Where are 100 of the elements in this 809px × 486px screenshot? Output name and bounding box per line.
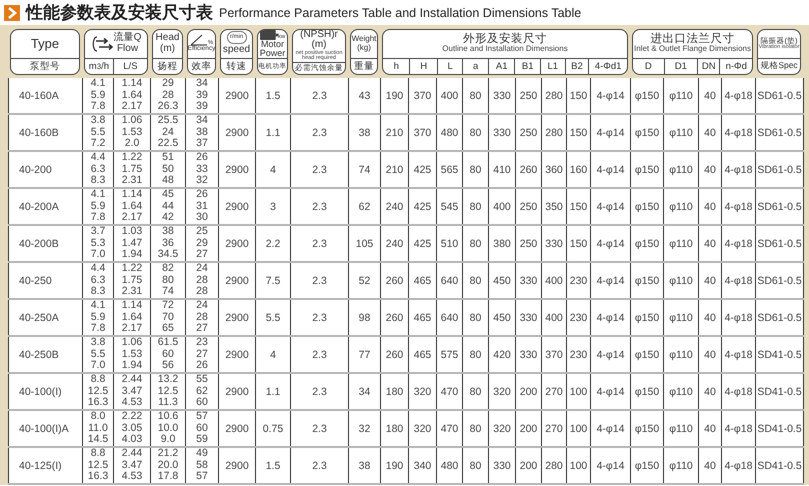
table-cell: 470 [436,410,462,447]
table-cell: 24 28 28 [186,262,218,299]
model-cell: 40-160B [8,114,82,151]
table-cell: 260 [380,262,408,299]
table-cell: 38 [348,114,380,151]
table-cell: φ110 [664,78,698,114]
column-header: B2 [564,58,588,74]
table-cell: 200 [516,410,542,447]
table-cell: 13.2 12.5 11.3 [150,373,186,410]
table-cell: 80 [462,151,488,188]
table-cell: 4-φ14 [590,225,630,262]
table-cell: 80 [462,114,488,151]
table-cell: 43 [348,78,380,114]
table-cell: 425 [408,225,436,262]
table-cell: 380 [488,225,516,262]
table-cell: 1.06 1.53 2.0 [114,114,150,151]
table-cell: 230 [566,299,590,336]
column-header: DN [697,58,720,74]
table-cell: 2.3 [290,410,348,447]
table-cell: 410 [488,151,516,188]
table-cell: φ110 [664,262,698,299]
table-cell: SD41-0.5 [756,447,804,484]
table-cell: 240 [380,225,408,262]
table-cell: 4-φ18 [722,114,756,151]
table-cell: 330 [542,225,566,262]
table-cell: 4.4 6.3 8.3 [82,262,114,299]
header-note: Inlet & Outlet Flange Dimensions [634,45,751,54]
table-cell: 4-φ14 [590,78,630,114]
table-cell: 23 27 26 [186,336,218,373]
table-cell: 150 [566,188,590,225]
table-cell: 4 [256,336,290,373]
column-header: L/S [112,58,147,74]
table-cell: 640 [436,299,462,336]
model-cell: 40-100(I) [8,373,82,410]
table-cell: 40 [698,373,722,410]
table-cell: 270 [542,373,566,410]
table-cell: 465 [408,299,436,336]
table-cell: 270 [542,410,566,447]
table-cell: 29 28 26.3 [150,78,186,114]
table-cell: 1.1 [256,373,290,410]
table-cell: 8.8 12.5 16.3 [82,447,114,484]
table-cell: 7.5 [256,262,290,299]
table-cell: 5.5 [256,299,290,336]
table-cell: 40 [698,188,722,225]
table-cell: 2900 [218,410,256,447]
table-cell: 260 [380,336,408,373]
table-cell: 1.1 [256,114,290,151]
table-cell: 190 [380,78,408,114]
column-header: B1 [514,58,540,74]
column-header: L1 [540,58,565,74]
model-cell: 40-160A [8,78,82,114]
table-cell: 200 [516,447,542,484]
table-cell: 1.06 1.53 1.94 [114,336,150,373]
table-cell: φ110 [664,151,698,188]
header-label: Power [260,48,286,58]
table-cell: 160 [566,151,590,188]
table-cell: 1.14 1.64 2.17 [114,78,150,114]
table-cell: 280 [542,78,566,114]
table-cell: 150 [566,114,590,151]
table-cell: 4 [256,151,290,188]
table-cell: 450 [488,299,516,336]
table-cell: 0.75 [256,410,290,447]
table-cell: 575 [436,336,462,373]
table-cell: 2.3 [290,188,348,225]
table-cell: 4.1 5.9 7.8 [82,78,114,114]
table-cell: 72 70 65 [150,299,186,336]
table-cell: 40 [698,447,722,484]
table-cell: 4-φ18 [722,262,756,299]
table-cell: 565 [436,151,462,188]
table-cell: φ150 [630,188,664,225]
table-cell: 260 [516,151,542,188]
column-header: 扬程 [156,60,178,74]
table-cell: φ110 [664,410,698,447]
table-cell: 320 [488,410,516,447]
table-cell: φ150 [630,447,664,484]
table-cell: 4-φ18 [722,336,756,373]
table-cell: φ110 [664,188,698,225]
column-header: 4-Φd1 [588,58,627,74]
table-cell: 2.3 [290,447,348,484]
table-cell: 40 [698,410,722,447]
table-cell: φ150 [630,410,664,447]
table-cell: 210 [380,151,408,188]
table-cell: 100 [566,373,590,410]
table-cell: SD61-0.5 [756,151,804,188]
table-cell: 2.3 [290,151,348,188]
header-label: Weight [352,35,376,44]
table-cell: 320 [488,373,516,410]
header-note: Outline and Installation Dimensions [442,45,568,54]
table-cell: 4-φ18 [722,373,756,410]
table-cell: 4-φ14 [590,151,630,188]
table-cell: 330 [516,299,542,336]
table-cell: 190 [380,447,408,484]
table-cell: 280 [542,114,566,151]
title-subtitle: Performance Parameters Table and Installation Dimensions Table [219,6,582,20]
table-cell: 40 [698,299,722,336]
table-cell: 2900 [218,336,256,373]
table-cell: 2.3 [290,262,348,299]
table-cell: 4-φ14 [590,114,630,151]
table-cell: 82 80 74 [150,262,186,299]
table-cell: 62 [348,188,380,225]
